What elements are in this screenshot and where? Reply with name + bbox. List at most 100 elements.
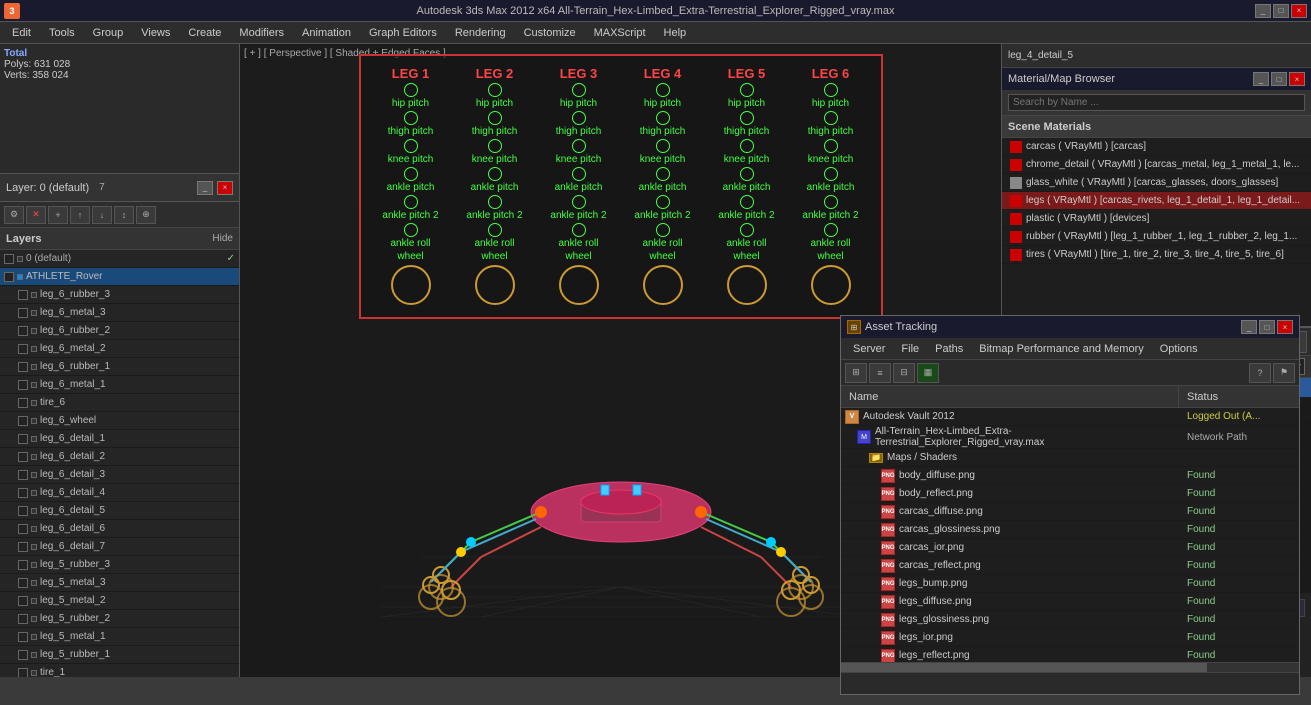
asset-tracking-close[interactable]: × [1277,320,1293,334]
layer-tool-6[interactable]: ↓ [92,206,112,224]
layer-list[interactable]: 0 (default) ✓ ATHLETE_Rover leg_6_rubber… [0,250,239,677]
layer-item[interactable]: leg_6_metal_3 [0,304,239,322]
mat-search-input[interactable] [1008,94,1305,111]
menu-create[interactable]: Create [180,25,229,41]
asset-menu-options[interactable]: Options [1152,341,1206,357]
layer-item-checkbox[interactable] [18,308,28,318]
layer-item[interactable]: leg_6_detail_7 [0,538,239,556]
layer-item[interactable]: leg_6_rubber_3 [0,286,239,304]
layer-item-checkbox[interactable] [18,452,28,462]
mat-browser-close[interactable]: × [1289,72,1305,86]
layer-item[interactable]: leg_6_detail_1 [0,430,239,448]
layer-tool-5[interactable]: ↑ [70,206,90,224]
layer-item-checkbox[interactable] [18,488,28,498]
layer-tool-1[interactable]: ⚙ [4,206,24,224]
menu-views[interactable]: Views [133,25,178,41]
asset-menu-file[interactable]: File [893,341,927,357]
asset-item[interactable]: PNG body_diffuse.png Found [841,467,1299,485]
asset-item[interactable]: PNG carcas_glossiness.png Found [841,521,1299,539]
mat-item[interactable]: rubber ( VRayMtl ) [leg_1_rubber_1, leg_… [1002,228,1311,246]
layer-item[interactable]: leg_6_detail_5 [0,502,239,520]
layer-item[interactable]: leg_5_metal_2 [0,592,239,610]
layer-item-checkbox[interactable] [18,290,28,300]
mat-item[interactable]: legs ( VRayMtl ) [carcas_rivets, leg_1_d… [1002,192,1311,210]
layer-item[interactable]: tire_6 [0,394,239,412]
layer-close-button[interactable]: × [217,181,233,195]
layer-item[interactable]: tire_1 [0,664,239,677]
asset-item[interactable]: PNG legs_bump.png Found [841,575,1299,593]
layer-tool-7[interactable]: ↕ [114,206,134,224]
menu-modifiers[interactable]: Modifiers [231,25,292,41]
menu-edit[interactable]: Edit [4,25,39,41]
layer-item-checkbox[interactable] [18,326,28,336]
layer-item-checkbox[interactable] [18,614,28,624]
mat-item[interactable]: plastic ( VRayMtl ) [devices] [1002,210,1311,228]
asset-tool-4[interactable]: ▦ [917,363,939,383]
layer-item[interactable]: leg_5_rubber_3 [0,556,239,574]
asset-tool-2[interactable]: ≡ [869,363,891,383]
mat-browser-minimize[interactable]: _ [1253,72,1269,86]
layer-item[interactable]: leg_6_metal_2 [0,340,239,358]
asset-item[interactable]: PNG carcas_reflect.png Found [841,557,1299,575]
asset-menu-bitmap[interactable]: Bitmap Performance and Memory [971,341,1151,357]
menu-help[interactable]: Help [656,25,695,41]
mat-item[interactable]: carcas ( VRayMtl ) [carcas] [1002,138,1311,156]
layer-item-checkbox[interactable] [18,506,28,516]
asset-tool-settings[interactable]: ⚑ [1273,363,1295,383]
layer-item[interactable]: leg_6_wheel [0,412,239,430]
layer-item-checkbox[interactable] [18,398,28,408]
asset-item[interactable]: PNG carcas_ior.png Found [841,539,1299,557]
layer-item[interactable]: 0 (default) ✓ [0,250,239,268]
asset-item[interactable]: PNG legs_ior.png Found [841,629,1299,647]
asset-scrollbar[interactable] [841,662,1299,672]
mat-browser-maximize[interactable]: □ [1271,72,1287,86]
layer-tool-8[interactable]: ⊕ [136,206,156,224]
asset-item[interactable]: PNG legs_reflect.png Found [841,647,1299,662]
minimize-button[interactable]: _ [1255,4,1271,18]
menu-customize[interactable]: Customize [516,25,584,41]
layer-item[interactable]: leg_6_metal_1 [0,376,239,394]
asset-tool-3[interactable]: ⊟ [893,363,915,383]
layer-item-checkbox[interactable] [18,380,28,390]
asset-item[interactable]: PNG legs_glossiness.png Found [841,611,1299,629]
layer-item[interactable]: leg_5_rubber_2 [0,610,239,628]
menu-group[interactable]: Group [85,25,132,41]
layer-item[interactable]: leg_6_detail_3 [0,466,239,484]
layer-item-checkbox[interactable] [18,596,28,606]
layer-item[interactable]: ATHLETE_Rover [0,268,239,286]
layer-item[interactable]: leg_6_detail_6 [0,520,239,538]
mat-item[interactable]: glass_white ( VRayMtl ) [carcas_glasses,… [1002,174,1311,192]
menu-tools[interactable]: Tools [41,25,83,41]
asset-menu-server[interactable]: Server [845,341,893,357]
layer-tool-add[interactable]: + [48,206,68,224]
asset-item[interactable]: V Autodesk Vault 2012 Logged Out (A... [841,408,1299,426]
layer-item[interactable]: leg_6_detail_4 [0,484,239,502]
asset-item[interactable]: M All-Terrain_Hex-Limbed_Extra-Terrestri… [841,426,1299,449]
layer-item[interactable]: leg_6_detail_2 [0,448,239,466]
layer-item-checkbox[interactable] [18,542,28,552]
layer-item[interactable]: leg_5_rubber_1 [0,646,239,664]
layer-item-checkbox[interactable] [18,344,28,354]
asset-item[interactable]: PNG body_reflect.png Found [841,485,1299,503]
asset-tool-1[interactable]: ⊞ [845,363,867,383]
maximize-button[interactable]: □ [1273,4,1289,18]
layer-item-checkbox[interactable] [18,362,28,372]
asset-list[interactable]: V Autodesk Vault 2012 Logged Out (A... M… [841,408,1299,662]
layer-item-checkbox[interactable] [18,578,28,588]
layer-tool-x[interactable]: ✕ [26,206,46,224]
menu-animation[interactable]: Animation [294,25,359,41]
layer-item[interactable]: leg_5_metal_1 [0,628,239,646]
layer-item-checkbox[interactable] [4,254,14,264]
asset-item[interactable]: 📁 Maps / Shaders [841,449,1299,467]
layer-item-checkbox[interactable] [18,416,28,426]
mat-item[interactable]: tires ( VRayMtl ) [tire_1, tire_2, tire_… [1002,246,1311,264]
asset-menu-paths[interactable]: Paths [927,341,971,357]
layer-item-checkbox[interactable] [18,524,28,534]
menu-graph-editors[interactable]: Graph Editors [361,25,445,41]
asset-tracking-minimize[interactable]: _ [1241,320,1257,334]
layer-item-checkbox[interactable] [18,560,28,570]
layer-item-checkbox[interactable] [18,434,28,444]
menu-rendering[interactable]: Rendering [447,25,514,41]
layer-minimize-button[interactable]: _ [197,181,213,195]
layer-item-checkbox[interactable] [18,470,28,480]
